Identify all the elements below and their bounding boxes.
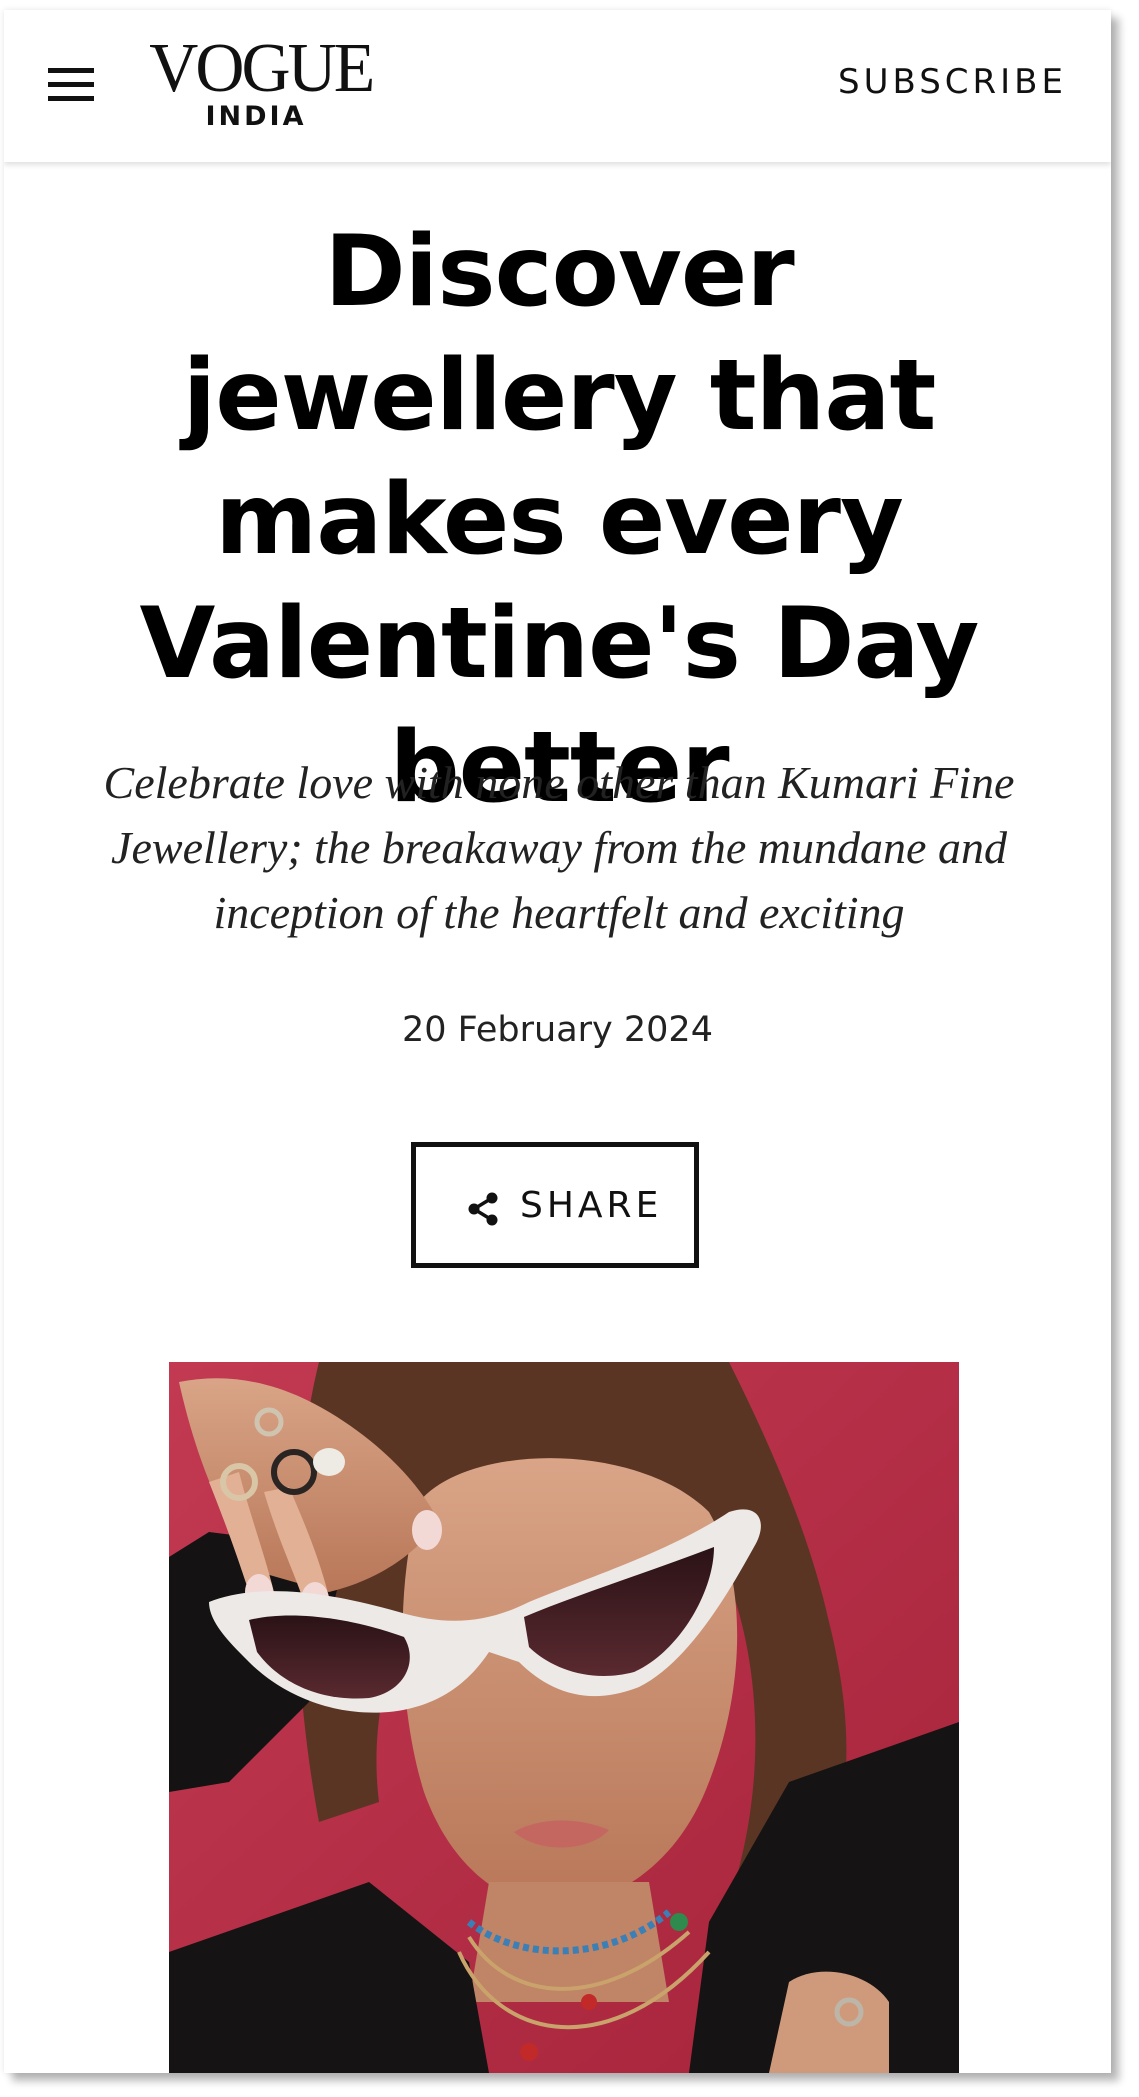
publish-date: 20 February 2024	[402, 1010, 713, 1050]
share-button[interactable]: SHARE	[411, 1142, 699, 1268]
article-headline: Discover jewellery that makes every Vale…	[139, 215, 980, 825]
share-icon	[468, 1192, 498, 1226]
subscribe-link[interactable]: SUBSCRIBE	[838, 62, 1067, 102]
hero-photo-illustration	[169, 1362, 959, 2073]
logo-wordmark: VOGUE	[149, 30, 375, 107]
hamburger-menu-icon[interactable]	[48, 68, 94, 104]
share-label: SHARE	[520, 1185, 663, 1226]
site-header: VOGUE INDIA SUBSCRIBE	[4, 10, 1111, 162]
article-page: VOGUE INDIA SUBSCRIBE Discover jewellery…	[4, 10, 1111, 2073]
vogue-india-logo[interactable]: VOGUE INDIA	[146, 30, 375, 132]
hero-image	[169, 1362, 959, 2073]
article-dek: Celebrate love with none other than Kuma…	[103, 757, 1015, 938]
